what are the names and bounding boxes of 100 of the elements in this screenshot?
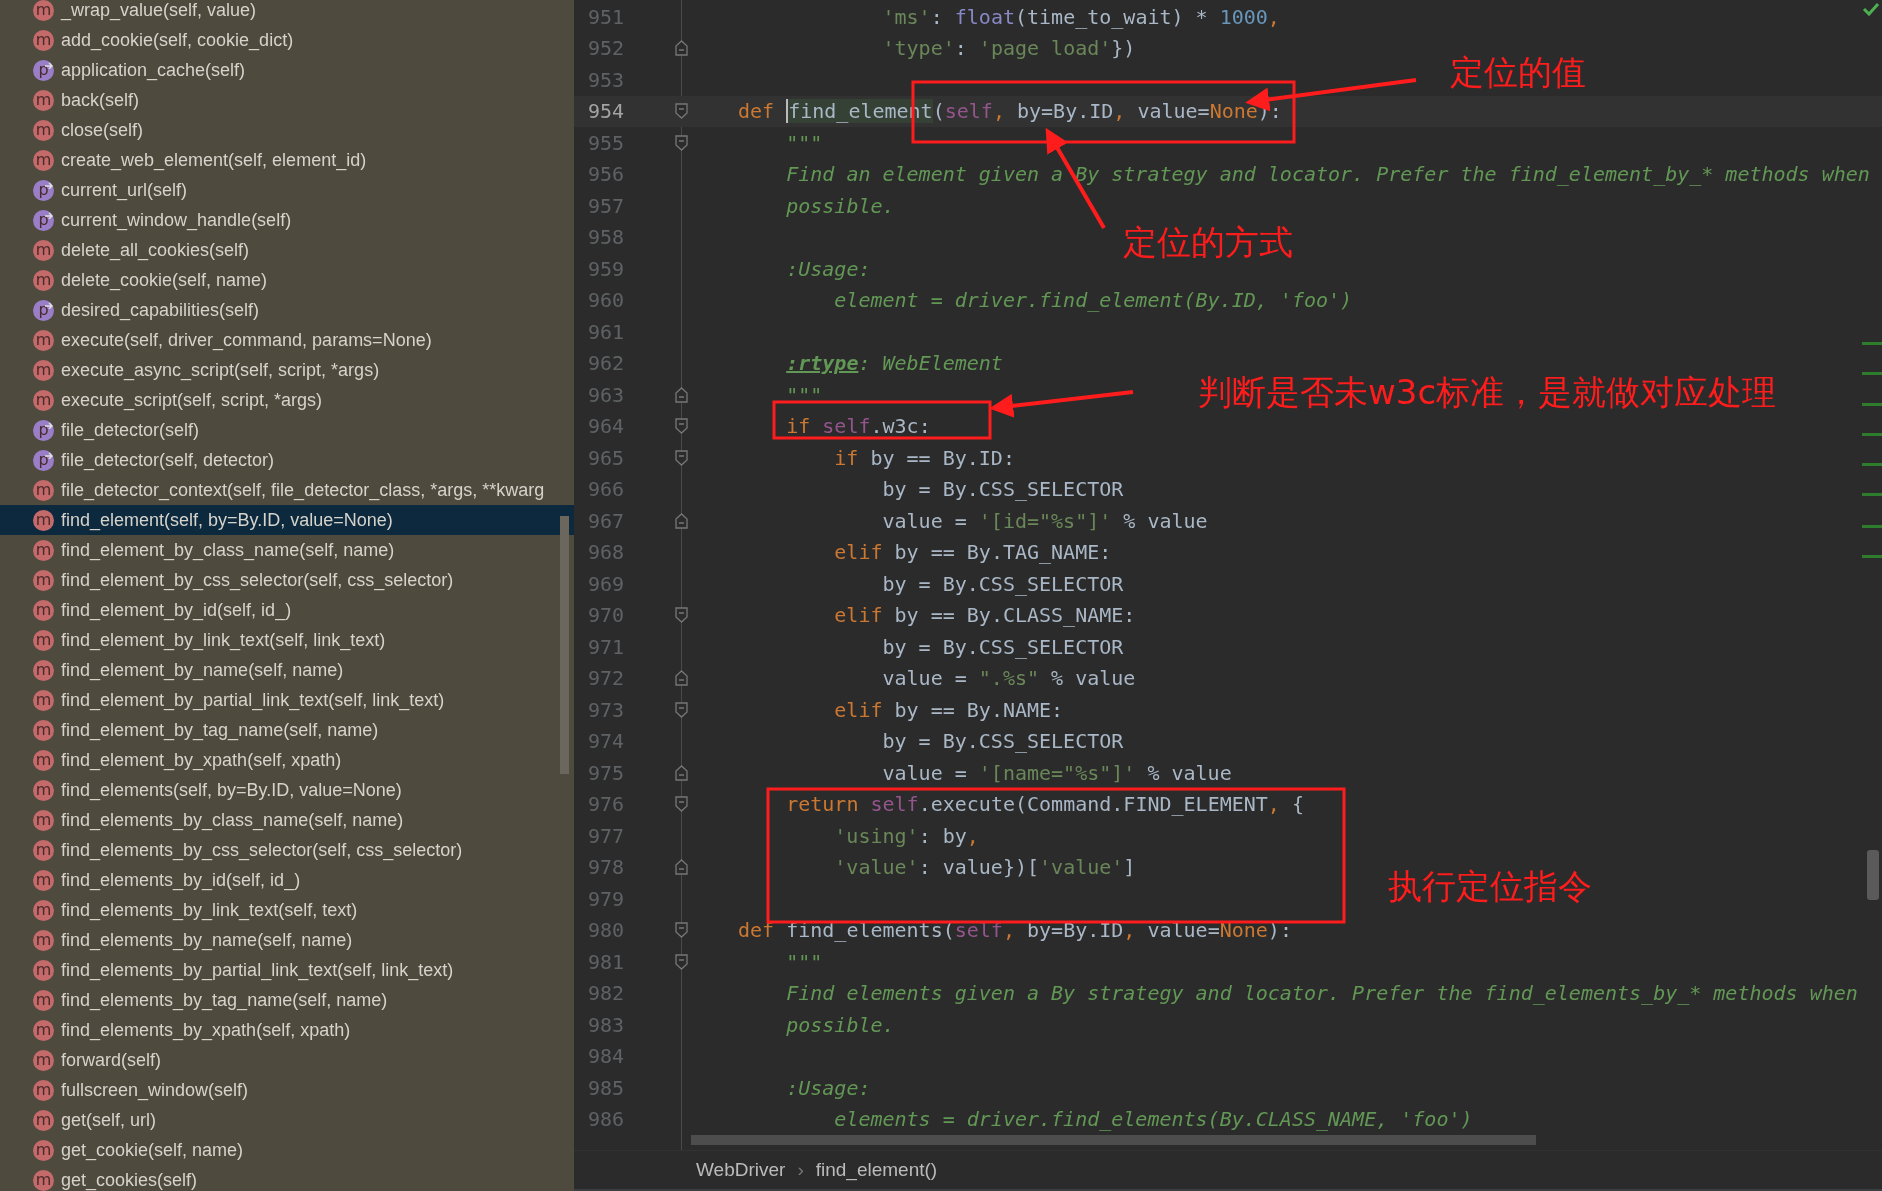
code-line: if by == By.ID: [834, 445, 1015, 470]
structure-item[interactable]: m find_element(self, by=By.ID, value=None) [0, 505, 574, 535]
code-line: possible. [786, 193, 895, 218]
structure-item[interactable]: m find_element_by_tag_name(self, name) [0, 715, 574, 745]
structure-item[interactable]: m file_detector_context(self, file_detector_class, *args, **kwarg [0, 475, 574, 505]
fold-icon[interactable] [675, 449, 688, 466]
structure-item[interactable]: p current_window_handle(self) [0, 205, 574, 235]
structure-item[interactable]: m find_elements_by_id(self, id_) [0, 865, 574, 895]
change-marker [1862, 525, 1882, 528]
method-icon: m [33, 929, 54, 951]
fold-icon[interactable] [675, 386, 688, 403]
property-icon: p [33, 179, 54, 201]
code-line: elif by == By.NAME: [834, 697, 1064, 722]
structure-item[interactable]: m get_cookie(self, name) [0, 1135, 574, 1165]
structure-item[interactable]: m find_elements_by_css_selector(self, css_selector) [0, 835, 574, 865]
fold-icon[interactable] [675, 418, 688, 435]
line-number: 954 [586, 99, 624, 124]
method-icon: m [33, 0, 54, 21]
line-number: 951 [586, 4, 624, 29]
fold-icon[interactable] [675, 103, 688, 120]
method-icon: m [33, 479, 54, 501]
fold-icon[interactable] [675, 512, 688, 529]
scrollbar-thumb[interactable] [1867, 850, 1879, 900]
structure-item[interactable]: m get_cookies(self) [0, 1165, 574, 1191]
line-number: 955 [586, 130, 624, 155]
change-marker [1862, 403, 1882, 406]
fold-icon[interactable] [675, 607, 688, 624]
line-number: 957 [586, 193, 624, 218]
structure-item[interactable]: p desired_capabilities(self) [0, 295, 574, 325]
annotation-label: 定位的值 [1450, 51, 1586, 94]
code-line: element = driver.find_element(By.ID, 'foo') [834, 288, 1353, 313]
structure-item[interactable]: m forward(self) [0, 1045, 574, 1075]
code-line: """ [786, 130, 823, 155]
structure-item[interactable]: m get(self, url) [0, 1105, 574, 1135]
structure-item[interactable]: p file_detector(self) [0, 415, 574, 445]
scrollbar-thumb[interactable] [691, 1135, 1536, 1145]
structure-item[interactable]: m delete_cookie(self, name) [0, 265, 574, 295]
code-line: if self.w3c: [786, 414, 931, 439]
structure-item[interactable]: m find_element_by_link_text(self, link_text) [0, 625, 574, 655]
code-line: value = ".%s" % value [882, 666, 1136, 691]
structure-item[interactable]: m find_elements_by_name(self, name) [0, 925, 574, 955]
method-icon: m [33, 1019, 54, 1041]
structure-item[interactable]: p file_detector(self, detector) [0, 445, 574, 475]
code-line: possible. [786, 1012, 895, 1037]
fold-icon[interactable] [675, 764, 688, 781]
fold-icon[interactable] [675, 134, 688, 151]
structure-item[interactable]: m find_elements_by_partial_link_text(self, link_text) [0, 955, 574, 985]
structure-item[interactable]: m execute_script(self, script, *args) [0, 385, 574, 415]
structure-item[interactable]: m find_elements_by_xpath(self, xpath) [0, 1015, 574, 1045]
structure-item[interactable]: m find_element_by_partial_link_text(self, link_text) [0, 685, 574, 715]
structure-item[interactable]: m fullscreen_window(self) [0, 1075, 574, 1105]
fold-icon[interactable] [675, 859, 688, 876]
method-icon: m [33, 149, 54, 171]
structure-item[interactable]: m find_elements_by_class_name(self, name) [0, 805, 574, 835]
fold-icon[interactable] [675, 953, 688, 970]
structure-item[interactable]: m find_element_by_xpath(self, xpath) [0, 745, 574, 775]
structure-item[interactable]: m back(self) [0, 85, 574, 115]
line-number: 968 [586, 540, 624, 565]
method-icon: m [33, 1049, 54, 1071]
breadcrumb-item[interactable]: find_element() [815, 1159, 938, 1181]
structure-item[interactable]: p current_url(self) [0, 175, 574, 205]
code-line: elif by == By.CLASS_NAME: [834, 603, 1136, 628]
structure-item[interactable]: m _wrap_value(self, value) [0, 0, 574, 25]
breadcrumb-item[interactable]: WebDriver [696, 1159, 786, 1181]
structure-item[interactable]: m add_cookie(self, cookie_dict) [0, 25, 574, 55]
fold-icon[interactable] [675, 40, 688, 57]
fold-icon[interactable] [675, 796, 688, 813]
code-line: 'type': 'page load'}) [882, 36, 1136, 61]
code-line: """ [786, 949, 823, 974]
method-icon: m [33, 1139, 54, 1161]
line-number: 978 [586, 855, 624, 880]
line-number: 965 [586, 445, 624, 470]
code-line: """ [786, 382, 823, 407]
line-number: 974 [586, 729, 624, 754]
line-number: 966 [586, 477, 624, 502]
structure-item[interactable]: m execute_async_script(self, script, *args) [0, 355, 574, 385]
line-number: 973 [586, 697, 624, 722]
structure-item[interactable]: m find_elements_by_tag_name(self, name) [0, 985, 574, 1015]
structure-item[interactable]: m execute(self, driver_command, params=None) [0, 325, 574, 355]
structure-item[interactable]: m delete_all_cookies(self) [0, 235, 574, 265]
structure-item[interactable]: m find_element_by_name(self, name) [0, 655, 574, 685]
code-line: elements = driver.find_elements(By.CLASS_NAME, 'foo') [834, 1107, 1473, 1132]
property-icon: p [33, 449, 54, 471]
fold-icon[interactable] [675, 922, 688, 939]
scrollbar-thumb[interactable] [560, 516, 569, 774]
line-number: 963 [586, 382, 624, 407]
structure-item[interactable]: m create_web_element(self, element_id) [0, 145, 574, 175]
structure-item[interactable]: p application_cache(self) [0, 55, 574, 85]
fold-icon[interactable] [675, 701, 688, 718]
structure-item[interactable]: m find_element_by_class_name(self, name) [0, 535, 574, 565]
structure-item[interactable]: m close(self) [0, 115, 574, 145]
structure-item[interactable]: m find_element_by_id(self, id_) [0, 595, 574, 625]
structure-item[interactable]: m find_element_by_css_selector(self, css_selector) [0, 565, 574, 595]
change-marker [1862, 342, 1882, 345]
method-icon: m [33, 569, 54, 591]
property-icon: p [33, 209, 54, 231]
fold-icon[interactable] [675, 670, 688, 687]
line-number: 975 [586, 760, 624, 785]
structure-item[interactable]: m find_elements_by_link_text(self, text) [0, 895, 574, 925]
structure-item[interactable]: m find_elements(self, by=By.ID, value=None) [0, 775, 574, 805]
